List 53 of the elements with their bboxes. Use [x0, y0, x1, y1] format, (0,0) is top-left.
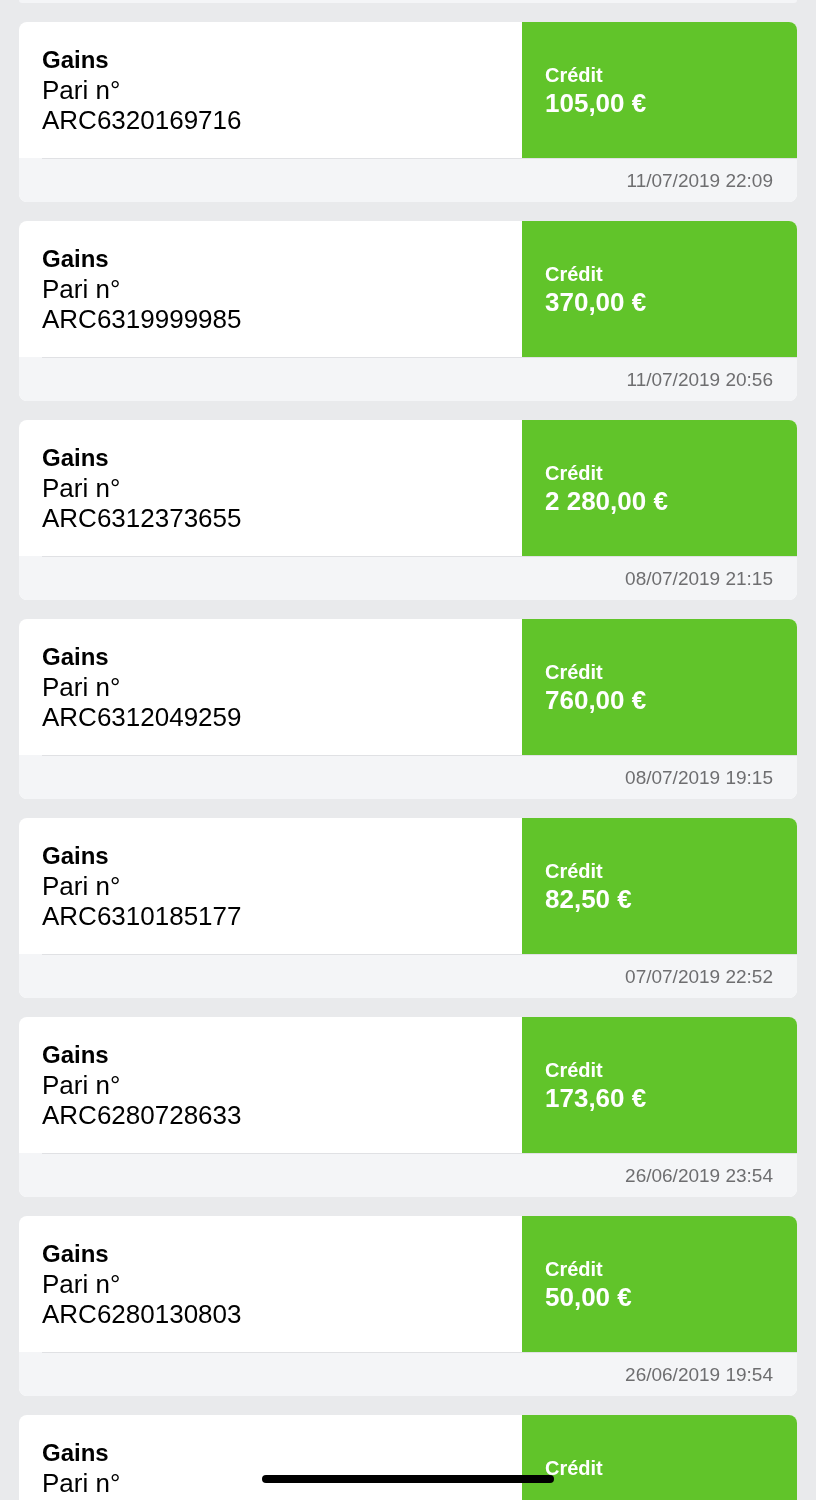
credit-amount: 105,00 €: [545, 88, 647, 118]
bet-reference: ARC6280130803: [42, 1299, 242, 1329]
transaction-date: 26/06/2019 19:54: [625, 1363, 773, 1386]
transaction-card[interactable]: Gains Pari n° ARC6312049259 Crédit 760,00 € 08/07/2019 19:15: [19, 619, 797, 799]
transaction-card[interactable]: Gains Pari n° ARC6312373655 Crédit 2 280,00 € 08/07/2019 21:15: [19, 420, 797, 600]
transaction-date: 26/06/2019 23:54: [625, 1164, 773, 1187]
credit-label: Crédit: [545, 262, 603, 287]
bet-label: Pari n°: [42, 473, 121, 503]
transaction-card[interactable]: Gains Pari n° ARC6310185177 Crédit 82,50 € 07/07/2019 22:52: [19, 818, 797, 998]
credit-label: Crédit: [545, 461, 603, 486]
transaction-title: Gains: [42, 642, 109, 672]
credit-label: Crédit: [545, 859, 603, 884]
transaction-title: Gains: [42, 45, 109, 75]
credit-amount: 2 280,00 €: [545, 486, 668, 516]
bet-reference: ARC6312373655: [42, 503, 242, 533]
transaction-title: Gains: [42, 1040, 109, 1070]
transaction-date: 11/07/2019 22:09: [626, 169, 773, 192]
transaction-title: Gains: [42, 1438, 109, 1468]
transaction-date: 11/07/2019 20:56: [626, 368, 773, 391]
bet-label: Pari n°: [42, 1468, 121, 1498]
credit-label: Crédit: [545, 1257, 603, 1282]
transaction-title: Gains: [42, 443, 109, 473]
transaction-date: 07/07/2019 22:52: [625, 965, 773, 988]
bet-reference: ARC6310185177: [42, 901, 242, 931]
credit-amount: 50,00 €: [545, 1282, 632, 1312]
bet-label: Pari n°: [42, 1269, 121, 1299]
transaction-card[interactable]: Gains Pari n° ARC6280728633 Crédit 173,60 € 26/06/2019 23:54: [19, 1017, 797, 1197]
credit-amount: 370,00 €: [545, 287, 647, 317]
credit-label: Crédit: [545, 1058, 603, 1083]
transaction-title: Gains: [42, 244, 109, 274]
bet-label: Pari n°: [42, 1070, 121, 1100]
credit-amount: 173,60 €: [545, 1083, 647, 1113]
transaction-card[interactable]: Gains Pari n° ARC6320169716 Crédit 105,00 € 11/07/2019 22:09: [19, 22, 797, 202]
transaction-card[interactable]: Gains Pari n° ARC6319999985 Crédit 370,00 € 11/07/2019 20:56: [19, 221, 797, 401]
transaction-date: 08/07/2019 19:15: [625, 766, 773, 789]
bet-label: Pari n°: [42, 75, 121, 105]
bet-label: Pari n°: [42, 274, 121, 304]
bet-label: Pari n°: [42, 672, 121, 702]
bet-reference: ARC6312049259: [42, 702, 242, 732]
transaction-card[interactable]: Gains Pari n° Crédit: [19, 1415, 797, 1500]
credit-label: Crédit: [545, 660, 603, 685]
credit-label: Crédit: [545, 1456, 603, 1481]
credit-label: Crédit: [545, 63, 603, 88]
bet-reference: ARC6320169716: [42, 105, 242, 135]
bet-reference: ARC6319999985: [42, 304, 242, 334]
bet-reference: ARC6280728633: [42, 1100, 242, 1130]
transaction-date: 08/07/2019 21:15: [625, 567, 773, 590]
bet-label: Pari n°: [42, 871, 121, 901]
credit-amount: 760,00 €: [545, 685, 647, 715]
transaction-title: Gains: [42, 1239, 109, 1269]
credit-amount: 82,50 €: [545, 884, 632, 914]
transaction-card[interactable]: Gains Pari n° ARC6280130803 Crédit 50,00 € 26/06/2019 19:54: [19, 1216, 797, 1396]
transaction-title: Gains: [42, 841, 109, 871]
